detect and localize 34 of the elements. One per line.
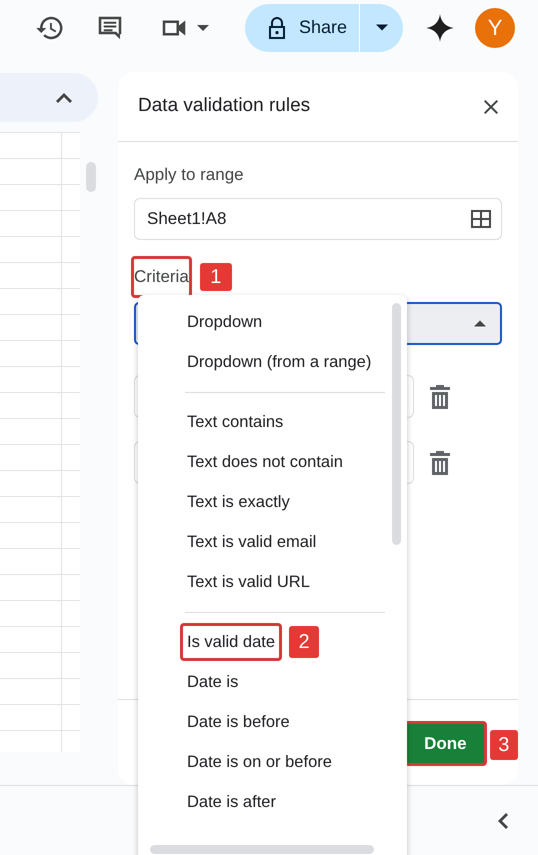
caret-down-icon[interactable] xyxy=(197,24,209,32)
menu-option[interactable]: Text is valid email xyxy=(180,522,324,562)
menu-option[interactable]: Text is exactly xyxy=(180,482,297,522)
scrollbar-thumb[interactable] xyxy=(392,303,401,545)
grid-icon[interactable] xyxy=(471,210,491,228)
trash-icon[interactable] xyxy=(430,450,450,474)
trash-icon[interactable] xyxy=(430,384,450,408)
menu-option[interactable]: Date is on or before xyxy=(180,742,339,782)
step-badge: 2 xyxy=(289,626,320,658)
menu-option[interactable]: Date is before xyxy=(180,702,297,742)
menu-option[interactable]: Text is valid URL xyxy=(180,562,317,602)
menu-option[interactable]: Dropdown xyxy=(180,302,270,342)
field-label: Apply to range xyxy=(134,164,245,186)
lock-icon xyxy=(267,16,287,40)
range-field[interactable]: Sheet1!A8 xyxy=(134,198,502,240)
panel-title: Data validation rules xyxy=(138,94,310,118)
scrollbar-thumb[interactable] xyxy=(150,845,374,854)
menu-option[interactable]: Is valid date xyxy=(180,622,282,662)
caret-up-icon xyxy=(474,320,486,327)
done-button[interactable]: Done xyxy=(404,721,487,766)
menu-option[interactable]: Text contains xyxy=(180,402,290,442)
close-icon[interactable] xyxy=(484,100,498,114)
share-button[interactable]: Share xyxy=(245,4,360,52)
caret-down-icon xyxy=(376,24,388,31)
menu-option[interactable]: Dropdown (from a range) xyxy=(180,342,378,382)
sparkle-icon[interactable] xyxy=(425,12,456,42)
chevron-left-icon[interactable] xyxy=(498,812,508,828)
step-badge: 3 xyxy=(490,730,518,760)
step-badge: 1 xyxy=(200,262,232,291)
chevron-up-icon[interactable] xyxy=(56,92,72,102)
menu-option[interactable]: Text does not contain xyxy=(180,442,350,482)
scrollbar-thumb[interactable] xyxy=(86,162,96,192)
menu-option[interactable]: Date is after xyxy=(180,782,283,822)
menu-option[interactable]: Date is xyxy=(180,662,246,702)
